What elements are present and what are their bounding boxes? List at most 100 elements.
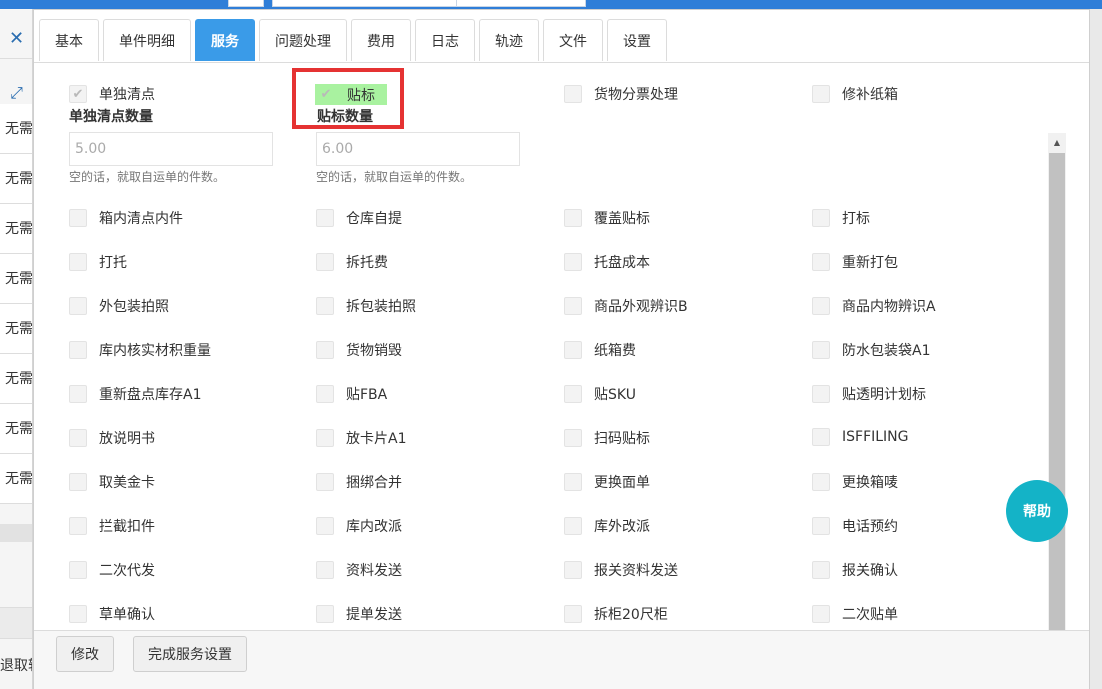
checkbox[interactable] [316, 517, 334, 535]
checkbox[interactable] [316, 209, 334, 227]
tab-settings[interactable]: 设置 [607, 19, 667, 61]
checkbox[interactable] [564, 341, 582, 359]
checkbox[interactable] [564, 385, 582, 403]
service-option[interactable]: 放卡片A1 [316, 428, 406, 448]
checkbox[interactable] [812, 605, 830, 623]
service-option[interactable]: 拆柜20尺柜 [564, 604, 668, 624]
help-button[interactable]: 帮助 [1006, 480, 1068, 542]
checkbox[interactable] [812, 517, 830, 535]
checkbox[interactable] [316, 561, 334, 579]
service-option[interactable]: 取美金卡 [69, 472, 155, 492]
checkbox[interactable] [564, 253, 582, 271]
checkbox[interactable] [812, 341, 830, 359]
checkbox[interactable] [564, 209, 582, 227]
service-option[interactable]: 报关资料发送 [564, 560, 678, 580]
checkbox[interactable] [69, 385, 87, 403]
list-bottom-label[interactable]: 退取转 [0, 654, 32, 678]
checkbox[interactable] [812, 209, 830, 227]
checkbox[interactable] [69, 473, 87, 491]
checkbox[interactable] [316, 473, 334, 491]
checkbox[interactable] [564, 85, 582, 103]
tab-piece-details[interactable]: 单件明细 [103, 19, 191, 61]
option-repair-box[interactable]: 修补纸箱 [812, 84, 898, 104]
service-option[interactable]: 重新打包 [812, 252, 898, 272]
tab-files[interactable]: 文件 [543, 19, 603, 61]
tab-tracking[interactable]: 轨迹 [479, 19, 539, 61]
checkbox[interactable] [564, 517, 582, 535]
separate-count-qty-input[interactable] [69, 132, 273, 166]
service-option[interactable]: 覆盖贴标 [564, 208, 650, 228]
checkbox[interactable] [69, 517, 87, 535]
option-separate-count[interactable]: ✔ 单独清点 [69, 84, 155, 104]
service-option[interactable]: 更换面单 [564, 472, 650, 492]
service-option[interactable]: 贴透明计划标 [812, 384, 926, 404]
service-option[interactable]: 打标 [812, 208, 870, 228]
service-option[interactable]: 二次代发 [69, 560, 155, 580]
service-option[interactable]: 纸箱费 [564, 340, 636, 360]
scrollbar[interactable]: ▲ ▼ [1048, 133, 1066, 631]
service-option[interactable]: 更换箱唛 [812, 472, 898, 492]
service-option[interactable]: 外包装拍照 [69, 296, 169, 316]
service-option[interactable]: 报关确认 [812, 560, 898, 580]
checkbox[interactable] [812, 297, 830, 315]
service-option[interactable]: 仓库自提 [316, 208, 402, 228]
tab-log[interactable]: 日志 [415, 19, 475, 61]
service-option[interactable]: 放说明书 [69, 428, 155, 448]
service-option[interactable]: 二次贴单 [812, 604, 898, 624]
checkbox[interactable] [812, 428, 830, 446]
tab-basic[interactable]: 基本 [39, 19, 99, 61]
service-option[interactable]: 防水包装袋A1 [812, 340, 930, 360]
service-option[interactable]: 箱内清点内件 [69, 208, 183, 228]
checkbox[interactable] [316, 429, 334, 447]
service-option[interactable]: 货物销毁 [316, 340, 402, 360]
checkbox[interactable] [316, 297, 334, 315]
checkbox[interactable] [564, 473, 582, 491]
checkbox[interactable] [316, 341, 334, 359]
service-option[interactable]: 商品内物辨识A [812, 296, 936, 316]
service-option[interactable]: 拆托费 [316, 252, 388, 272]
service-option[interactable]: 捆绑合并 [316, 472, 402, 492]
labeling-qty-input[interactable] [316, 132, 520, 166]
checkbox[interactable] [812, 561, 830, 579]
checkbox-checked[interactable]: ✔ [69, 85, 87, 103]
service-option[interactable]: 贴FBA [316, 384, 387, 404]
service-option[interactable]: 资料发送 [316, 560, 402, 580]
tab-issue-handling[interactable]: 问题处理 [259, 19, 347, 61]
checkbox[interactable] [69, 561, 87, 579]
tab-service[interactable]: 服务 [195, 19, 255, 61]
scroll-up-arrow-icon[interactable]: ▲ [1048, 133, 1066, 151]
service-option[interactable]: ISFFILING [812, 428, 909, 446]
service-option[interactable]: 贴SKU [564, 384, 636, 404]
service-option[interactable]: 托盘成本 [564, 252, 650, 272]
checkbox[interactable] [69, 297, 87, 315]
close-icon[interactable]: ✕ [0, 19, 32, 59]
checkbox[interactable] [316, 605, 334, 623]
checkbox[interactable] [316, 385, 334, 403]
service-option[interactable]: 库外改派 [564, 516, 650, 536]
service-option[interactable]: 电话预约 [812, 516, 898, 536]
checkbox[interactable] [812, 473, 830, 491]
complete-service-settings-button[interactable]: 完成服务设置 [133, 636, 247, 672]
checkbox[interactable] [69, 429, 87, 447]
checkbox[interactable] [316, 253, 334, 271]
scrollbar-thumb[interactable] [1049, 153, 1065, 631]
service-option[interactable]: 拆包装拍照 [316, 296, 416, 316]
checkbox[interactable] [69, 253, 87, 271]
service-option[interactable]: 库内改派 [316, 516, 402, 536]
modify-button[interactable]: 修改 [56, 636, 114, 672]
checkbox[interactable] [564, 429, 582, 447]
checkbox[interactable] [812, 385, 830, 403]
checkbox[interactable] [564, 297, 582, 315]
service-option[interactable]: 商品外观辨识B [564, 296, 688, 316]
service-option[interactable]: 提单发送 [316, 604, 402, 624]
checkbox[interactable] [812, 85, 830, 103]
checkbox[interactable] [69, 605, 87, 623]
service-option[interactable]: 扫码贴标 [564, 428, 650, 448]
checkbox[interactable] [69, 341, 87, 359]
checkbox[interactable] [812, 253, 830, 271]
service-option[interactable]: 打托 [69, 252, 127, 272]
service-option[interactable]: 拦截扣件 [69, 516, 155, 536]
checkbox[interactable] [564, 605, 582, 623]
service-option[interactable]: 草单确认 [69, 604, 155, 624]
service-option[interactable]: 重新盘点库存A1 [69, 384, 201, 404]
